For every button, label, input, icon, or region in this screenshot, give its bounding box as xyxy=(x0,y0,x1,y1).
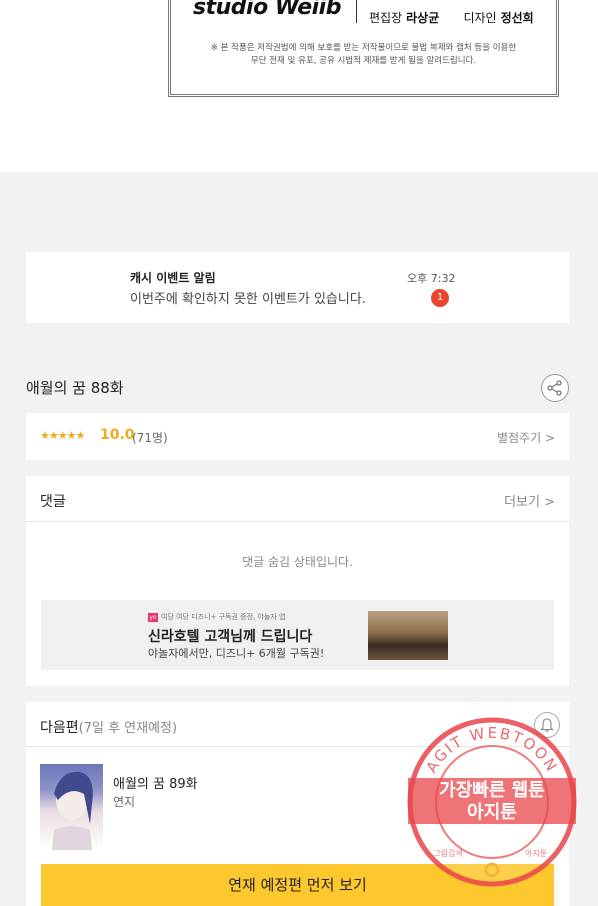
staff-list: 편집장 라상균 디자인 정선희 xyxy=(369,9,554,26)
next-heading-label: 다음편 xyxy=(40,720,79,736)
divider xyxy=(26,521,569,522)
next-episode-author: 연지 xyxy=(113,795,136,809)
staff-name: 라상균 xyxy=(406,11,440,25)
comments-hidden-message: 댓글 숨김 상태입니다. xyxy=(242,555,353,569)
comments-card: 댓글 더보기 > 댓글 숨김 상태입니다. yo 여당 여당 디즈니+ 구독권 증… xyxy=(26,476,569,686)
share-button[interactable] xyxy=(541,374,569,402)
logo-separator xyxy=(356,0,357,23)
event-title: 캐시 이벤트 알림 xyxy=(130,271,216,285)
ad-brand-logo: yo xyxy=(148,612,158,622)
credits-box: studio Weiib 편집장 라상균 디자인 정선희 ※ 본 작품은 저작권법에… xyxy=(168,0,559,97)
divider xyxy=(26,746,569,747)
rating-card: ★★★★★ 10.0 (71명) 별점주기 > xyxy=(26,413,569,460)
copyright-notice-line1: ※ 본 작품은 저작권법에 의해 보호를 받는 저작물이므로 불법 복제와 캡처… xyxy=(210,43,517,53)
share-icon xyxy=(547,380,562,396)
bell-icon xyxy=(540,718,554,732)
ad-small-text: yo 여당 여당 디즈니+ 구독권 증정, 야놀자 앱 xyxy=(148,612,285,622)
event-message: 이번주에 확인하지 못한 이벤트가 있습니다. xyxy=(130,292,366,307)
ad-banner[interactable]: yo 여당 여당 디즈니+ 구독권 증정, 야놀자 앱 신라호텔 고객님께 드립니… xyxy=(41,600,554,670)
event-time: 오후 7:32 xyxy=(407,272,456,285)
ad-subtitle: 야놀자에서만, 디즈니+ 6개월 구독권! xyxy=(148,647,325,660)
character-illustration xyxy=(52,771,93,850)
notify-button[interactable] xyxy=(534,712,560,738)
episode-title: 애월의 꿈 88화 xyxy=(26,379,124,397)
next-heading-schedule: (7일 후 연재예정) xyxy=(78,721,178,736)
ad-hotel-image xyxy=(368,611,448,660)
ad-small-caption: 여당 여당 디즈니+ 구독권 증정, 야놀자 앱 xyxy=(161,613,286,621)
studio-logo: studio Weiib xyxy=(193,0,341,20)
cash-event-card[interactable]: 캐시 이벤트 알림 이번주에 확인하지 못한 이벤트가 있습니다. 오후 7:3… xyxy=(26,252,569,323)
star-rating: ★★★★★ xyxy=(40,429,85,442)
rating-score: 10.0 xyxy=(100,427,135,443)
copyright-notice-line2: 무단 전재 및 유포, 공유 시법적 제재를 받게 됨을 알려드립니다. xyxy=(250,56,477,66)
next-episode-thumbnail[interactable] xyxy=(40,764,103,850)
rating-count: (71명) xyxy=(132,431,168,445)
staff-role: 디자인 xyxy=(463,11,497,25)
comments-heading: 댓글 xyxy=(40,494,66,510)
comments-more-link[interactable]: 더보기 > xyxy=(504,491,555,510)
event-count-badge: 1 xyxy=(431,289,449,307)
staff-name: 정선희 xyxy=(500,11,534,25)
preview-next-episode-button[interactable]: 연재 예정편 먼저 보기 xyxy=(41,864,554,906)
rate-button[interactable]: 별점주기 > xyxy=(497,429,555,446)
staff-role: 편집장 xyxy=(369,11,403,25)
next-episode-title[interactable]: 애월의 꿈 89화 xyxy=(113,773,198,792)
ad-title: 신라호텔 고객님께 드립니다 xyxy=(148,629,313,645)
credits-section: studio Weiib 편집장 라상균 디자인 정선희 ※ 본 작품은 저작권법에… xyxy=(0,0,598,172)
next-episode-heading: 다음편(7일 후 연재예정) xyxy=(40,717,177,737)
